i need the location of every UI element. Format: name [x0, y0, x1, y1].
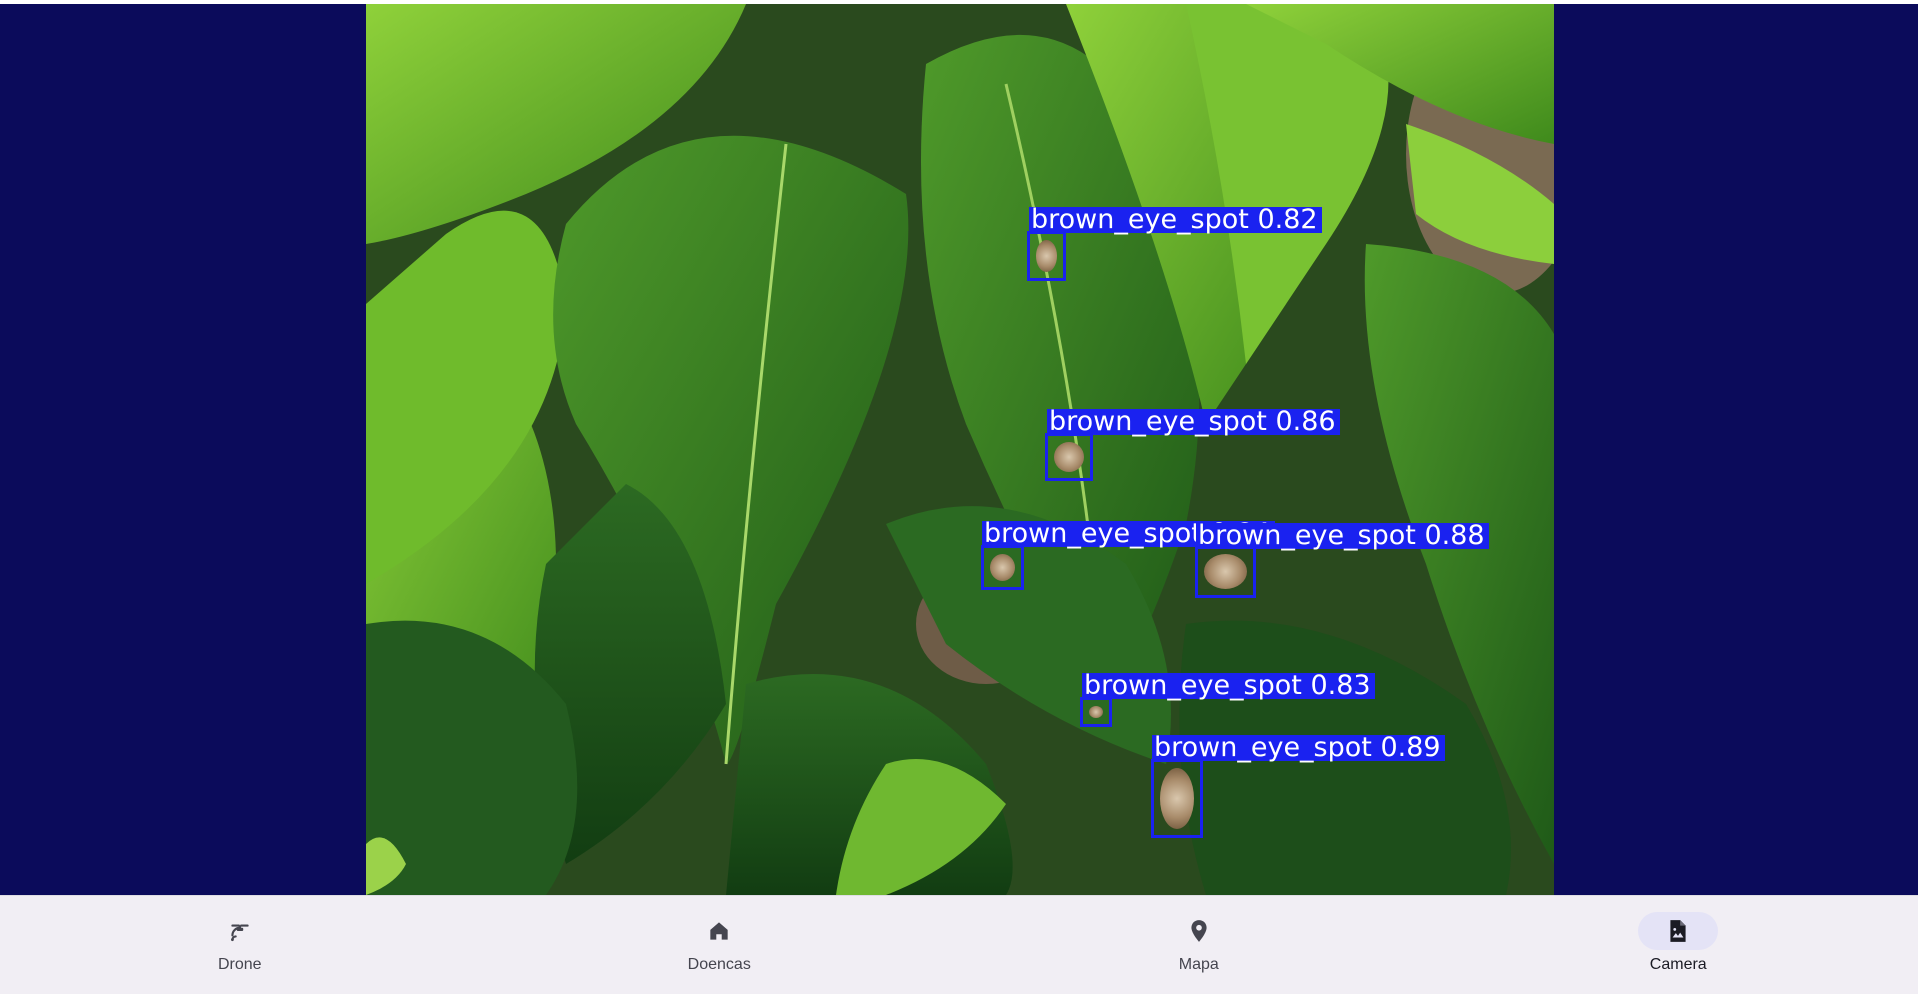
nav-item-label: Mapa — [959, 956, 1439, 974]
nav-icon-container — [1159, 912, 1239, 950]
detection-label: brown_eye_spot 0.82 — [1029, 207, 1322, 233]
nav-item-label: Camera — [1439, 956, 1918, 974]
nav-item-label: Drone — [0, 956, 480, 974]
detection-label: brown_eye_spot 0.86 — [1047, 409, 1340, 435]
detection-box — [1151, 759, 1203, 838]
drone-icon — [227, 918, 253, 944]
nav-item-camera[interactable]: Camera — [1439, 896, 1918, 994]
detection-label: brown_eye_spot 0.88 — [1196, 523, 1489, 549]
nav-icon-container — [200, 912, 280, 950]
content-area: brown_eye_spot 0.82 brown_eye_spot 0.86 … — [0, 4, 1918, 895]
detection-box — [1080, 697, 1112, 727]
detection-box — [1195, 545, 1256, 598]
home-icon — [706, 918, 732, 944]
nav-item-doencas[interactable]: Doencas — [480, 896, 960, 994]
nav-item-drone[interactable]: Drone — [0, 896, 480, 994]
nav-icon-container — [679, 912, 759, 950]
detection-box — [1027, 231, 1066, 281]
nav-active-indicator — [1638, 912, 1718, 950]
detection-image: brown_eye_spot 0.82 brown_eye_spot 0.86 … — [366, 4, 1554, 895]
image-file-icon — [1665, 918, 1691, 944]
detection-box — [1045, 433, 1093, 481]
bottom-navigation-bar: Drone Doencas Mapa Camera — [0, 895, 1918, 994]
detection-label: brown_eye_spot 0.83 — [1082, 673, 1375, 699]
nav-item-mapa[interactable]: Mapa — [959, 896, 1439, 994]
detection-label: brown_eye_spot 0.89 — [1152, 735, 1445, 761]
nav-item-label: Doencas — [480, 956, 960, 974]
map-pin-icon — [1186, 918, 1212, 944]
detection-box — [981, 545, 1024, 590]
